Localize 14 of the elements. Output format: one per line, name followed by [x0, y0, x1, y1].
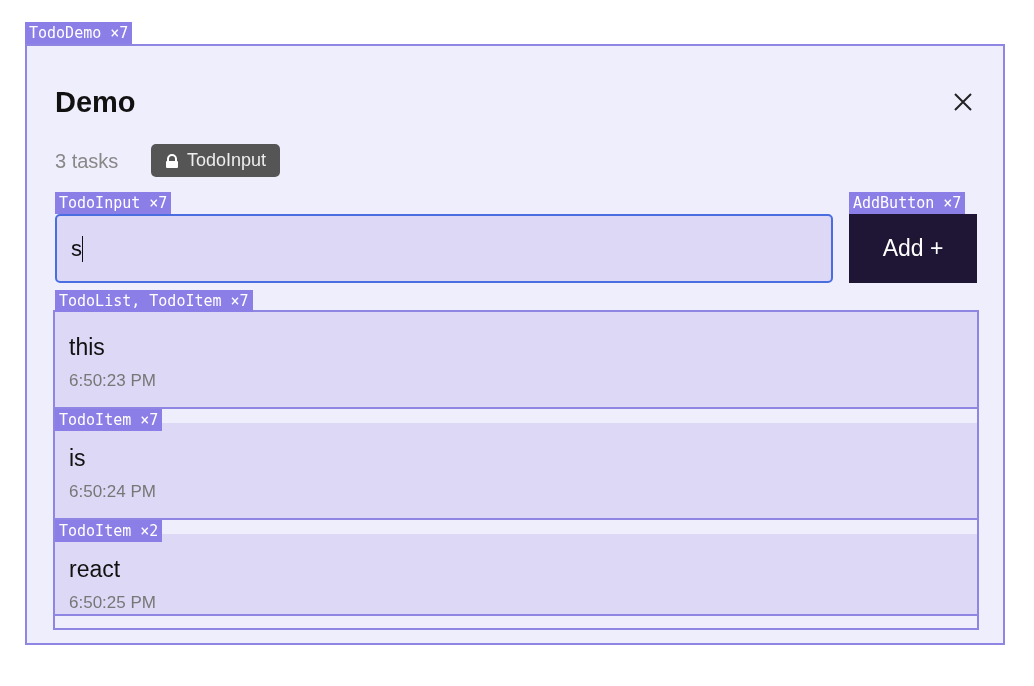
component-label: AddButton ×7 [849, 192, 966, 214]
component-label: TodoItem ×2 [55, 520, 163, 542]
todo-input[interactable]: s [55, 214, 833, 283]
component-label: TodoList, TodoItem ×7 [55, 290, 253, 312]
todo-item[interactable]: this 6:50:23 PM [55, 312, 977, 409]
close-icon[interactable] [953, 92, 973, 112]
component-label: TodoInput ×7 [55, 192, 172, 214]
component-label: TodoDemo ×7 [25, 22, 133, 44]
add-button[interactable]: Add + [849, 214, 977, 283]
task-count: 3 tasks [55, 150, 119, 173]
component-label: TodoItem ×7 [55, 409, 163, 431]
dialog-title: Demo [55, 85, 136, 119]
lock-icon [165, 153, 179, 168]
component-tooltip: TodoInput [151, 144, 281, 177]
